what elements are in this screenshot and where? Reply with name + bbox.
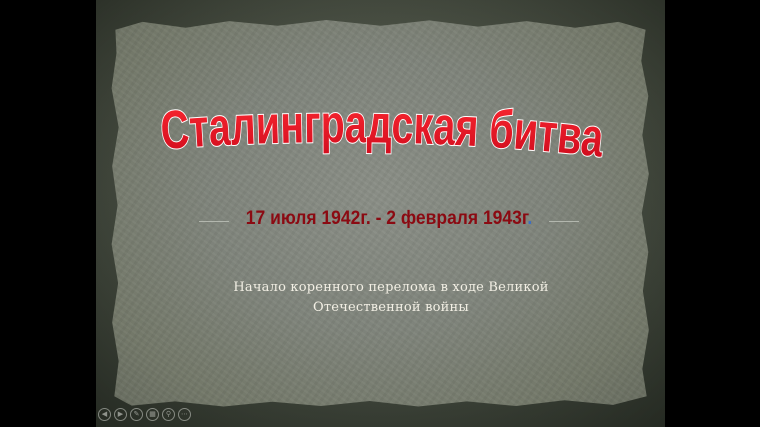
pen-icon[interactable]: ✎ bbox=[130, 408, 143, 421]
date-start: 17 июля 1942г. bbox=[245, 208, 371, 229]
previous-slide-icon[interactable]: ◀ bbox=[98, 408, 111, 421]
subtitle-line-1: Начало коренного перелома в ходе Великой bbox=[233, 280, 549, 295]
date-separator: - bbox=[370, 208, 387, 229]
subtitle-line-2: Отечественной войны bbox=[313, 300, 469, 315]
slide-title: Сталинградская битва bbox=[159, 94, 607, 169]
date-range-row: 17 июля 1942г. - 2 февраля 1943г. bbox=[199, 208, 579, 238]
zoom-icon[interactable]: ⚲ bbox=[162, 408, 175, 421]
slides-icon[interactable]: ▦ bbox=[146, 408, 159, 421]
date-rule-left bbox=[199, 221, 229, 222]
date-rule-right bbox=[549, 221, 579, 222]
presentation-viewport: Сталинградская битва 17 июля 1942г. - 2 … bbox=[0, 0, 760, 427]
next-slide-icon[interactable]: ▶ bbox=[114, 408, 127, 421]
slideshow-toolbar: ◀ ▶ ✎ ▦ ⚲ ⋯ bbox=[98, 408, 191, 422]
date-trailing-mark: . bbox=[527, 208, 533, 229]
date-range: 17 июля 1942г. - 2 февраля 1943г. bbox=[242, 208, 536, 230]
slide-subtitle: Начало коренного перелома в ходе Великой… bbox=[166, 278, 616, 318]
more-icon[interactable]: ⋯ bbox=[178, 408, 191, 421]
date-end: 2 февраля 1943г bbox=[386, 208, 528, 229]
slide-title-wordart: Сталинградская битва bbox=[158, 93, 608, 170]
slide[interactable]: Сталинградская битва 17 июля 1942г. - 2 … bbox=[96, 0, 665, 427]
